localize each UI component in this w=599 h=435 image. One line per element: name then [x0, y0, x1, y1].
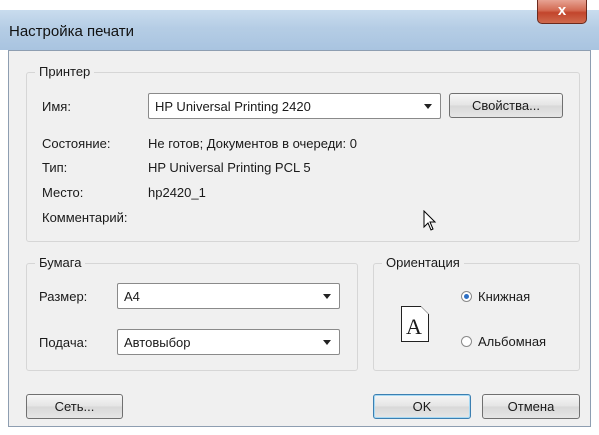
network-button[interactable]: Сеть... [26, 394, 123, 419]
paper-source-select[interactable]: Автовыбор [117, 329, 340, 355]
landscape-label[interactable]: Альбомная [478, 334, 546, 349]
paper-size-value: A4 [124, 289, 140, 304]
paper-group-label: Бумага [35, 255, 86, 270]
close-icon: x [557, 2, 567, 19]
paper-size-select[interactable]: A4 [117, 283, 340, 309]
mouse-cursor-icon [423, 210, 437, 231]
paper-size-label: Размер: [39, 289, 88, 304]
printer-status-label: Состояние: [42, 136, 111, 151]
orientation-group-label: Ориентация [382, 255, 464, 270]
printer-location-value: hp2420_1 [148, 185, 206, 200]
landscape-radio[interactable] [461, 336, 472, 347]
title-bar[interactable]: Настройка печати [0, 10, 599, 50]
printer-name-label: Имя: [42, 99, 71, 114]
print-setup-dialog: Настройка печати x Принтер Имя: HP Unive… [0, 0, 599, 435]
chevron-down-icon [323, 294, 331, 299]
paper-source-label: Подача: [39, 335, 88, 350]
close-button[interactable]: x [537, 0, 587, 24]
printer-group-label: Принтер [35, 64, 95, 79]
properties-button[interactable]: Свойства... [449, 93, 563, 118]
cancel-button[interactable]: Отмена [482, 394, 580, 419]
printer-comment-label: Комментарий: [42, 210, 128, 225]
printer-type-value: HP Universal Printing PCL 5 [148, 160, 311, 175]
printer-location-label: Место: [42, 185, 84, 200]
chevron-down-icon [424, 104, 432, 109]
paper-group: Бумага Размер: A4 Подача: Автовыбор [26, 255, 358, 371]
ok-button[interactable]: OK [373, 394, 471, 419]
dialog-client-area: Принтер Имя: HP Universal Printing 2420 … [8, 50, 591, 427]
portrait-radio[interactable] [461, 291, 472, 302]
printer-group: Принтер Имя: HP Universal Printing 2420 … [26, 64, 580, 242]
portrait-label[interactable]: Книжная [478, 289, 530, 304]
printer-name-select[interactable]: HP Universal Printing 2420 [148, 93, 441, 119]
printer-type-label: Тип: [42, 160, 68, 175]
portrait-page-icon: A [401, 306, 429, 342]
orientation-group: Ориентация A Книжная Альбомная [373, 255, 580, 371]
paper-source-value: Автовыбор [124, 335, 191, 350]
printer-name-value: HP Universal Printing 2420 [155, 99, 311, 114]
printer-status-value: Не готов; Документов в очереди: 0 [148, 136, 358, 151]
window-title: Настройка печати [9, 23, 135, 40]
chevron-down-icon [323, 340, 331, 345]
page-letter: A [406, 314, 422, 339]
page-fold-icon [421, 306, 429, 314]
